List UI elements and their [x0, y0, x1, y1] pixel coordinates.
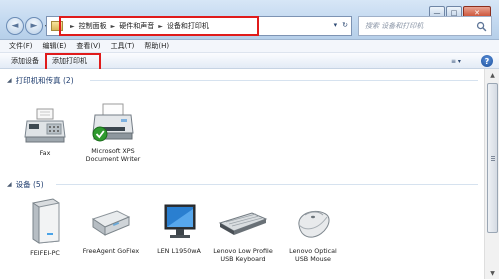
default-printer-check-icon — [92, 126, 108, 142]
computer-tower-icon — [32, 198, 60, 244]
scrollbar-grip-icon — [491, 156, 495, 162]
address-actions: ▾ ↻ — [329, 21, 348, 29]
fax-icon — [24, 108, 66, 143]
menu-bar: 文件(F) 编辑(E) 查看(V) 工具(T) 帮助(H) — [0, 40, 499, 53]
collapse-toggle-icon[interactable]: ◢ — [7, 77, 12, 84]
devices-pane: ◢ 打印机和传真 (2) Fax Microsoft XPS Document … — [0, 69, 484, 279]
device-label: Lenovo Optical USB Mouse — [289, 247, 337, 263]
menu-tools[interactable]: 工具(T) — [111, 41, 135, 51]
section-header-devices[interactable]: ◢ 设备 (5) — [7, 179, 44, 190]
menu-view[interactable]: 查看(V) — [76, 41, 100, 51]
monitor-icon — [164, 204, 196, 238]
address-bar[interactable]: ► 控制面板 ► 硬件和声音 ► 设备和打印机 ▾ ↻ — [46, 16, 352, 36]
command-bar: 添加设备 添加打印机 ≡ ▾ ? — [0, 52, 499, 71]
help-icon[interactable]: ? — [481, 55, 493, 67]
add-printer-button[interactable]: 添加打印机 — [45, 52, 101, 71]
navigation-buttons: ◄ ► ▾ — [6, 17, 48, 35]
device-item-xps-writer[interactable]: Microsoft XPS Document Writer — [82, 103, 144, 163]
device-item-monitor[interactable]: LEN L1950wA — [148, 203, 210, 255]
change-view-icon[interactable]: ≡ ▾ — [451, 56, 469, 67]
address-highlight-box — [59, 16, 259, 36]
forward-arrow-icon: ► — [30, 21, 38, 31]
back-button[interactable]: ◄ — [6, 17, 24, 35]
vertical-scrollbar[interactable]: ▲ ▼ — [484, 69, 499, 279]
search-input[interactable]: 搜索 设备和打印机 — [365, 21, 476, 31]
section-divider — [90, 80, 478, 81]
add-device-button[interactable]: 添加设备 — [7, 53, 43, 69]
device-label: FEIFEI-PC — [30, 249, 60, 257]
section-divider — [56, 184, 478, 185]
section-title: 打印机和传真 (2) — [15, 76, 74, 85]
keyboard-icon — [218, 212, 268, 235]
scroll-up-icon[interactable]: ▲ — [485, 69, 499, 81]
window-chrome: — □ ✕ ◄ ► ▾ ► 控制面板 ► 硬件和声音 ► 设备和打印机 ▾ ↻ … — [0, 0, 499, 40]
command-bar-right: ≡ ▾ ? — [451, 55, 493, 67]
back-arrow-icon: ◄ — [11, 21, 19, 31]
refresh-icon[interactable]: ↻ — [342, 21, 348, 29]
device-item-keyboard[interactable]: Lenovo Low Profile USB Keyboard — [212, 207, 274, 263]
device-item-freeagent[interactable]: FreeAgent GoFlex — [80, 203, 142, 255]
device-label: LEN L1950wA — [157, 247, 201, 255]
printer-icon — [92, 103, 134, 142]
collapse-toggle-icon[interactable]: ◢ — [7, 181, 12, 188]
device-item-feifei-pc[interactable]: FEIFEI-PC — [14, 197, 76, 257]
section-header-printers[interactable]: ◢ 打印机和传真 (2) — [7, 75, 74, 86]
search-box[interactable]: 搜索 设备和打印机 — [358, 16, 492, 36]
search-icon[interactable] — [476, 21, 487, 32]
section-title: 设备 (5) — [15, 180, 44, 189]
menu-help[interactable]: 帮助(H) — [144, 41, 169, 51]
device-item-mouse[interactable]: Lenovo Optical USB Mouse — [282, 205, 344, 263]
device-label: Microsoft XPS Document Writer — [85, 147, 141, 163]
menu-file[interactable]: 文件(F) — [9, 41, 33, 51]
device-label: Fax — [39, 149, 51, 157]
external-drive-icon — [91, 210, 131, 236]
menu-edit[interactable]: 编辑(E) — [43, 41, 67, 51]
mouse-icon — [298, 210, 330, 238]
forward-button[interactable]: ► — [25, 17, 43, 35]
device-label: Lenovo Low Profile USB Keyboard — [213, 247, 273, 263]
address-dropdown-icon[interactable]: ▾ — [334, 21, 338, 29]
device-item-fax[interactable]: Fax — [14, 107, 76, 157]
scroll-down-icon[interactable]: ▼ — [485, 267, 499, 279]
device-label: FreeAgent GoFlex — [82, 247, 140, 255]
scrollbar-thumb[interactable] — [487, 83, 498, 233]
